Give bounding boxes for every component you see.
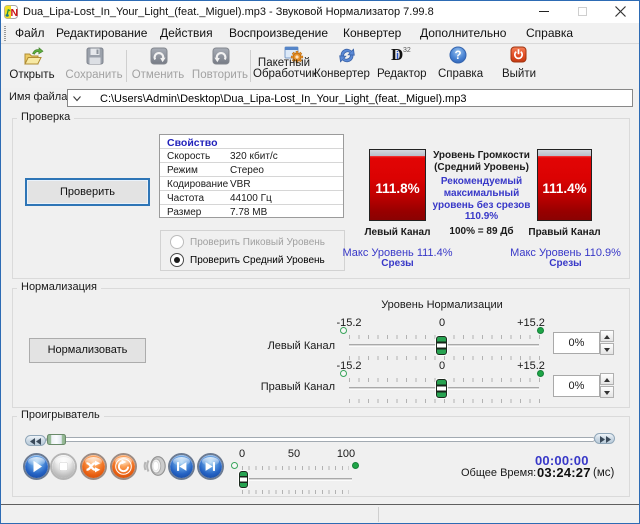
svg-text:?: ? xyxy=(454,50,461,62)
svg-text:N: N xyxy=(11,7,18,19)
